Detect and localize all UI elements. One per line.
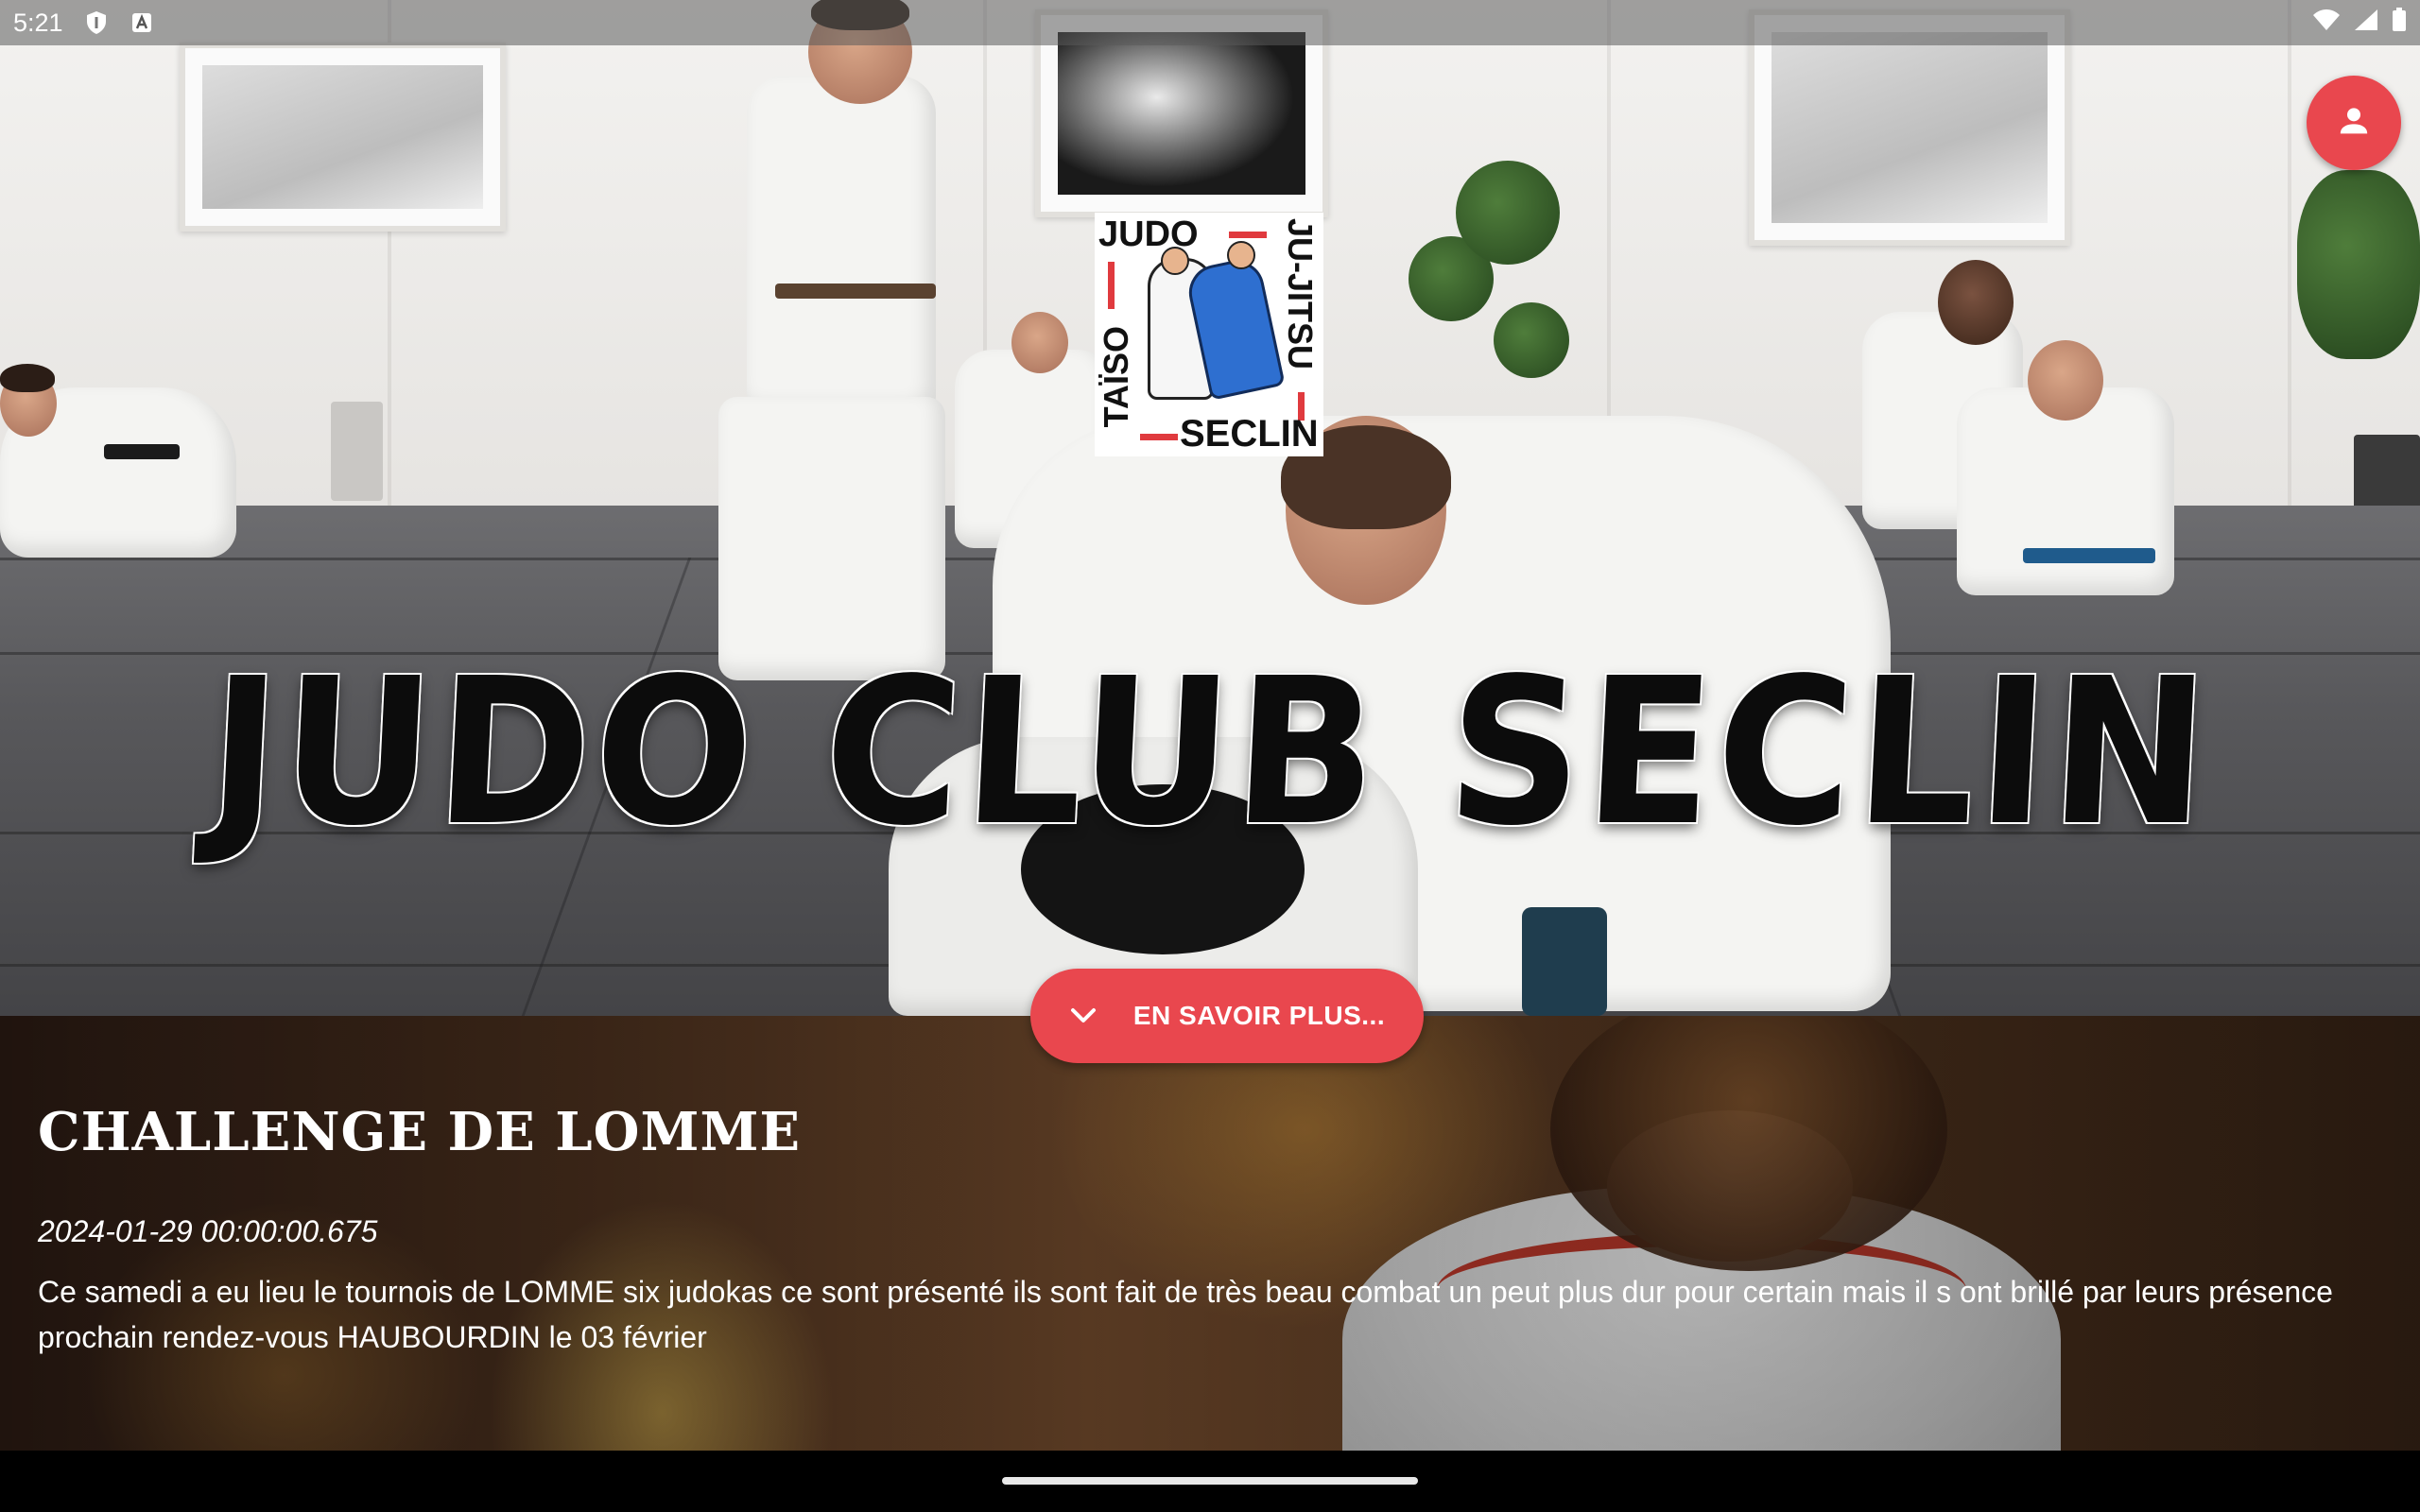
judoka-belt (104, 444, 180, 459)
hero-title: JUDO CLUB SECLIN (203, 635, 2217, 870)
hero-banner: JUDO JU-JITSU TAÏSO SECLIN JUDO CLUB SEC… (0, 0, 2420, 1016)
club-logo: JUDO JU-JITSU TAÏSO SECLIN (1095, 213, 1323, 456)
news-title: CHALLENGE DE LOMME (38, 1101, 802, 1163)
navigation-bar (0, 1451, 2420, 1512)
status-icons (2312, 7, 2407, 39)
judoka-hair (0, 364, 55, 392)
shield-icon (84, 10, 109, 35)
status-time: 5:21 (13, 8, 63, 37)
logo-text-taiso: TAÏSO (1097, 326, 1135, 428)
plant (2297, 170, 2420, 359)
logo-head (1227, 241, 1255, 269)
status-bar: 5:21 (0, 0, 2420, 45)
font-icon (130, 10, 154, 35)
judoka-belt (2023, 548, 2155, 563)
logo-stripe (1140, 434, 1178, 440)
wall-picture (180, 43, 506, 232)
logo-stripe (1108, 262, 1115, 309)
home-indicator[interactable] (1002, 1477, 1418, 1485)
judoka-head (1938, 260, 2014, 345)
news-body: Ce samedi a eu lieu le tournois de LOMME… (38, 1275, 2333, 1354)
plant (1494, 302, 1569, 378)
signal-icon (2354, 9, 2378, 38)
plant (1456, 161, 1560, 265)
logo-head (1161, 247, 1189, 275)
chevron-down-icon (1069, 1006, 1098, 1025)
wall-fixture (331, 402, 383, 501)
plant-pot (2354, 435, 2420, 515)
app-screen: JUDO JU-JITSU TAÏSO SECLIN JUDO CLUB SEC… (0, 0, 2420, 1512)
learn-more-button[interactable]: EN SAVOIR PLUS... (1030, 969, 1424, 1063)
judoka-head (2028, 340, 2103, 421)
battery-icon (2392, 7, 2407, 39)
news-card: CHALLENGE DE LOMME 2024-01-29 00:00:00.6… (0, 1016, 2420, 1451)
logo-text-jujitsu: JU-JITSU (1281, 218, 1320, 370)
wifi-icon (2312, 9, 2341, 38)
judoka-head (1011, 312, 1068, 373)
logo-text-seclin: SECLIN (1180, 413, 1319, 455)
person-icon (2335, 102, 2373, 145)
learn-more-label: EN SAVOIR PLUS... (1132, 1001, 1386, 1030)
judoka-belt (775, 284, 936, 299)
account-button[interactable] (2307, 76, 2401, 170)
logo-stripe (1229, 232, 1267, 238)
judoka-figure (747, 76, 936, 416)
judoka-belt (1522, 907, 1607, 1016)
news-date: 2024-01-29 00:00:00.675 (38, 1214, 378, 1248)
wall-seam (2288, 0, 2291, 515)
